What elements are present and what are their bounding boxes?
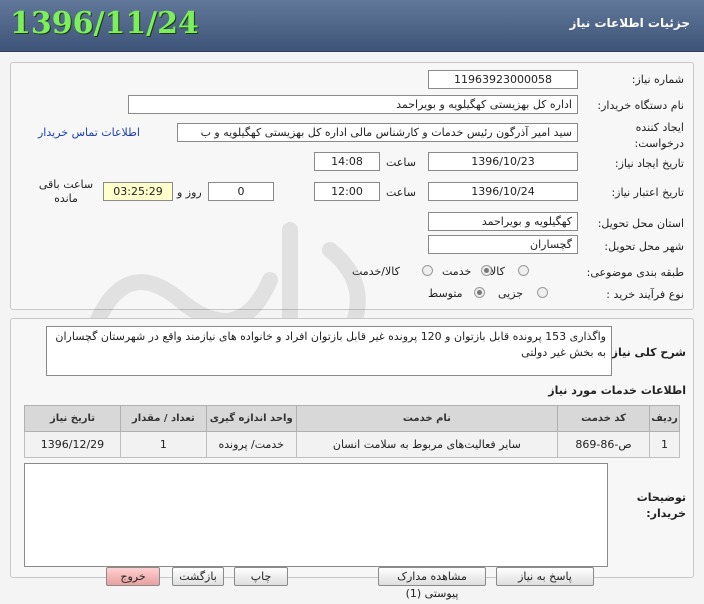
buyer-contact-link[interactable]: اطلاعات تماس خریدار	[38, 126, 140, 139]
col-service-name: نام خدمت	[295, 405, 559, 432]
header-date: 1396/11/24	[10, 6, 199, 41]
category-goods-service-radio[interactable]	[422, 265, 433, 276]
validity-time-label: ساعت	[386, 186, 416, 199]
print-button[interactable]: چاپ	[234, 567, 288, 586]
services-table: ردیف کد خدمت نام خدمت واحد اندازه گیری ت…	[24, 405, 680, 458]
need-time-field: 14:08	[314, 152, 380, 171]
page-title: جزئیات اطلاعات نیاز	[569, 16, 690, 30]
process-minor-radio[interactable]	[537, 287, 548, 298]
category-label: طبقه بندی موضوعی:	[586, 266, 684, 279]
cell-quantity: 1	[119, 431, 207, 458]
reply-button[interactable]: پاسخ به نیاز	[496, 567, 594, 586]
remaining-time-label: ساعت باقی مانده	[38, 178, 94, 205]
col-row-number: ردیف	[649, 405, 680, 432]
col-service-code: کد خدمت	[557, 405, 651, 432]
col-quantity: تعداد / مقدار	[119, 405, 207, 432]
exit-button[interactable]: خروج	[106, 567, 160, 586]
cell-service-name: سایر فعالیت‌های مربوط به سلامت انسان	[295, 431, 559, 458]
cell-unit: خدمت/ پرونده	[205, 431, 297, 458]
category-goods-label: کالا	[490, 265, 505, 278]
cell-need-date: 1396/12/29	[24, 431, 121, 458]
buyer-notes-label: توضیحات خریدار:	[636, 491, 686, 520]
need-number-label: شماره نیاز:	[631, 73, 684, 86]
page-header: 1396/11/24 جزئیات اطلاعات نیاز	[0, 0, 704, 52]
category-goods-service-label: کالا/خدمت	[352, 265, 400, 278]
buyer-org-field: اداره کل بهزیستی کهگیلویه و بویراحمد	[128, 95, 578, 114]
validity-time-field: 12:00	[314, 182, 380, 201]
category-goods-radio[interactable]	[518, 265, 529, 276]
category-service-label: خدمت	[442, 265, 472, 278]
buyer-org-label: نام دستگاه خریدار:	[597, 99, 684, 112]
cell-service-code: ص-86-869	[557, 431, 651, 458]
creator-label: ایجاد کننده درخواست:	[634, 121, 684, 150]
col-need-date: تاریخ نیاز	[24, 405, 121, 432]
remaining-days-field: 0	[208, 182, 274, 201]
process-medium-label: متوسط	[428, 287, 463, 300]
province-label: استان محل تحویل:	[597, 217, 684, 230]
days-label: روز و	[177, 186, 202, 199]
validity-date-field: 1396/10/24	[428, 182, 578, 201]
province-field: کهگیلویه و بویراحمد	[428, 212, 578, 231]
table-row: 1 ص-86-869 سایر فعالیت‌های مربوط به سلام…	[24, 431, 680, 458]
process-label: نوع فرآیند خرید :	[606, 288, 684, 301]
need-date-field: 1396/10/23	[428, 152, 578, 171]
creator-field: سید امیر آذرگون رئیس خدمات و کارشناس مال…	[177, 123, 578, 142]
buyer-notes-textarea[interactable]	[24, 463, 608, 567]
need-number-field: 11963923000058	[428, 70, 578, 89]
description-textarea[interactable]: واگذاری 153 پرونده قابل بازتوان و 120 پر…	[46, 326, 612, 376]
validity-date-label: تاریخ اعتبار نیاز:	[611, 186, 684, 199]
remaining-time-clock: 03:25:29	[103, 182, 173, 201]
city-field: گچساران	[428, 235, 578, 254]
description-label: شرح کلی نیاز:	[607, 346, 686, 359]
services-title: اطلاعات خدمات مورد نیاز	[548, 384, 686, 397]
category-service-radio[interactable]	[481, 265, 492, 276]
cell-row-number: 1	[649, 431, 680, 458]
col-unit: واحد اندازه گیری	[205, 405, 297, 432]
need-time-label: ساعت	[386, 156, 416, 169]
process-medium-radio[interactable]	[474, 287, 485, 298]
need-date-label: تاریخ ایجاد نیاز:	[614, 157, 684, 170]
view-documents-button[interactable]: مشاهده مدارک پیوستی (1)	[378, 567, 486, 600]
city-label: شهر محل تحویل:	[604, 240, 684, 253]
process-minor-label: جزیی	[498, 287, 524, 300]
back-button[interactable]: بازگشت	[172, 567, 224, 586]
